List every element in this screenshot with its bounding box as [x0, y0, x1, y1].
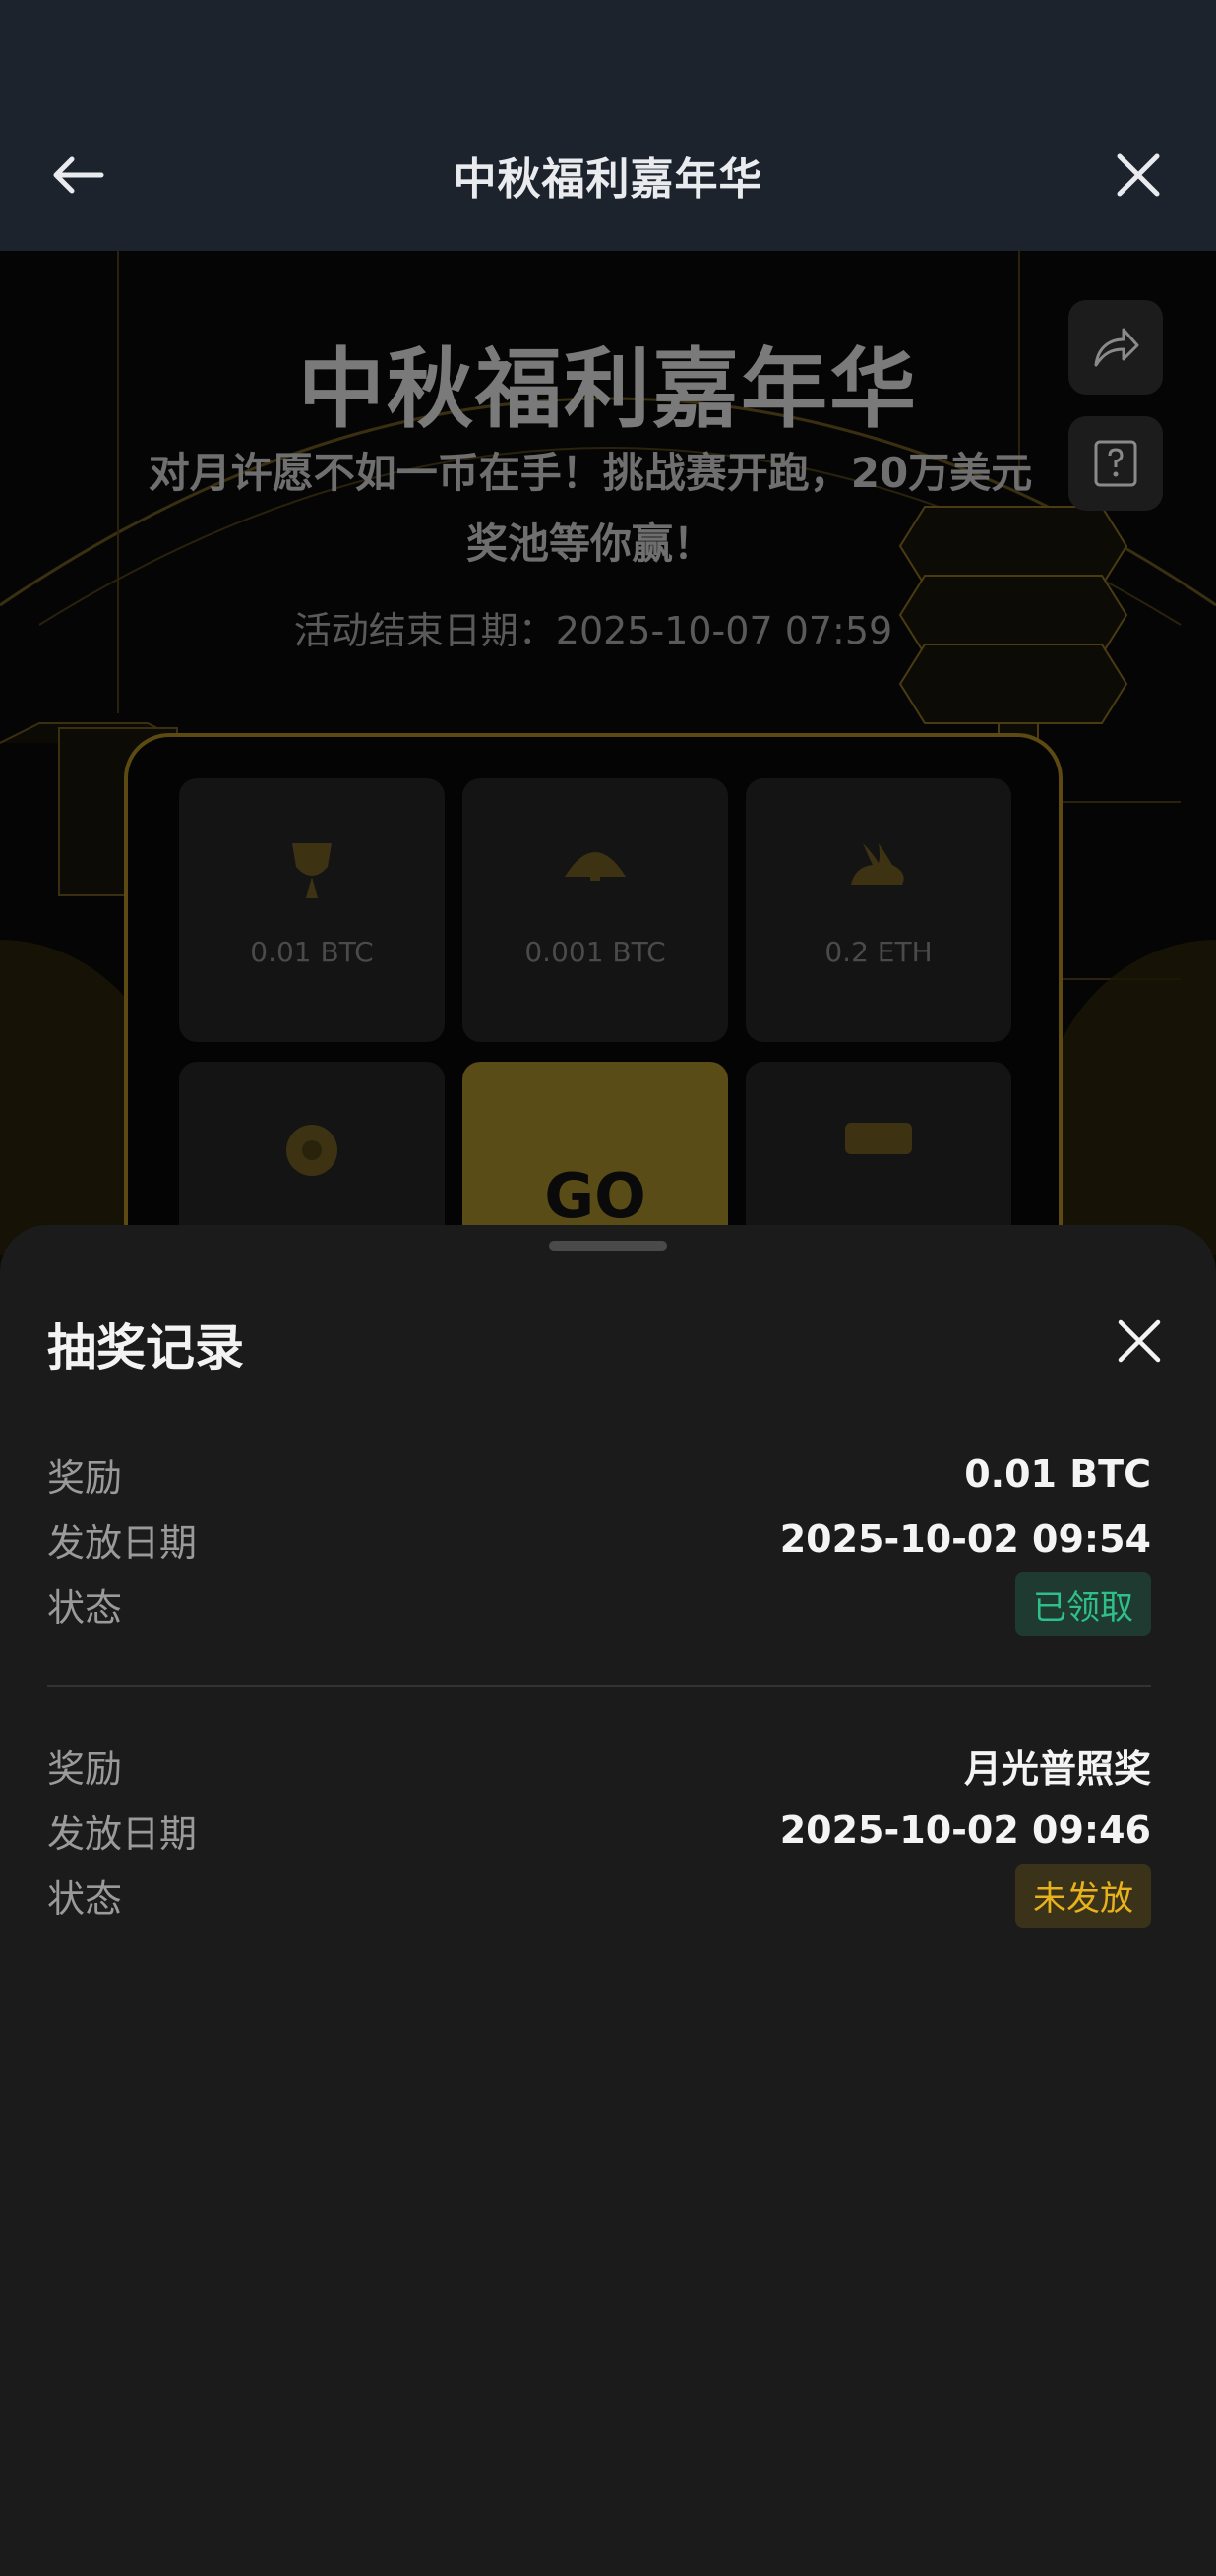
status-row: 状态 未发放 [47, 1863, 1151, 1928]
close-button[interactable] [1104, 141, 1173, 210]
status-badge: 未发放 [1015, 1863, 1151, 1928]
status-label: 状态 [47, 1876, 123, 1921]
date-value: 2025-10-02 09:46 [779, 1809, 1151, 1852]
status-row: 状态 已领取 [47, 1571, 1151, 1636]
prize-label: 0.2 ETH [824, 936, 933, 968]
arrow-left-icon [53, 156, 104, 193]
event-title: 中秋福利嘉年华 [297, 338, 918, 440]
prize-cell[interactable]: 0.2 ETH [746, 778, 1011, 1042]
date-value: 2025-10-02 09:54 [779, 1517, 1151, 1561]
sheet-title: 抽奖记录 [47, 1319, 244, 1377]
go-label: GO [544, 1160, 646, 1232]
status-label: 状态 [47, 1585, 123, 1629]
record-item: 奖励 月光普照奖 发放日期 2025-10-02 09:46 状态 未发放 [47, 1733, 1151, 1928]
folding-fan-icon [565, 852, 626, 881]
help-icon [1094, 440, 1137, 487]
draw-record-sheet: 抽奖记录 奖励 0.01 BTC 发放日期 2025-10-02 09:54 状… [0, 1225, 1216, 2576]
status-bar [0, 0, 1216, 98]
nav-bar: 中秋福利嘉年华 [0, 98, 1216, 251]
prize-cell[interactable]: 0.001 BTC [462, 778, 728, 1042]
coupon-icon [845, 1123, 912, 1154]
back-button[interactable] [43, 141, 112, 210]
share-icon [1094, 328, 1139, 367]
sheet-close-button[interactable] [1110, 1312, 1169, 1371]
page-title: 中秋福利嘉年华 [453, 153, 763, 205]
record-item: 奖励 0.01 BTC 发放日期 2025-10-02 09:54 状态 已领取 [47, 1441, 1151, 1636]
reward-row: 奖励 0.01 BTC [47, 1441, 1151, 1506]
divider [47, 1685, 1151, 1687]
event-page-background: 中秋福利嘉年华 对月许愿不如一币在手！挑战赛开跑，20万美元奖池等你赢！ 活动结… [0, 251, 1216, 1255]
reward-label: 奖励 [47, 1747, 123, 1791]
close-icon [1118, 1319, 1161, 1363]
reward-row: 奖励 月光普照奖 [47, 1733, 1151, 1798]
prize-cell[interactable]: 0.01 BTC [179, 778, 445, 1042]
sheet-drag-handle[interactable] [549, 1241, 667, 1251]
flower-icon [286, 1125, 337, 1176]
date-row: 发放日期 2025-10-02 09:46 [47, 1798, 1151, 1863]
event-subtitle: 对月许愿不如一币在手！挑战赛开跑，20万美元奖池等你赢！ [148, 449, 1033, 568]
lottery-board: 0.01 BTC 0.001 BTC 0.2 ETH GO [124, 733, 1063, 1255]
prize-label: 0.001 BTC [524, 936, 666, 968]
status-badge: 已领取 [1015, 1571, 1151, 1636]
date-label: 发放日期 [47, 1811, 198, 1856]
event-end-date: 活动结束日期：2025-10-07 07:59 [293, 609, 893, 652]
date-label: 发放日期 [47, 1520, 198, 1564]
share-button[interactable] [1068, 300, 1163, 395]
reward-label: 奖励 [47, 1455, 123, 1500]
fan-icon [292, 843, 332, 898]
help-button[interactable] [1068, 416, 1163, 511]
prize-label: 0.01 BTC [250, 936, 374, 968]
reward-value: 月光普照奖 [963, 1747, 1151, 1791]
reward-value: 0.01 BTC [964, 1452, 1151, 1496]
date-row: 发放日期 2025-10-02 09:54 [47, 1506, 1151, 1571]
rabbit-icon [851, 843, 904, 885]
close-icon [1117, 153, 1160, 196]
